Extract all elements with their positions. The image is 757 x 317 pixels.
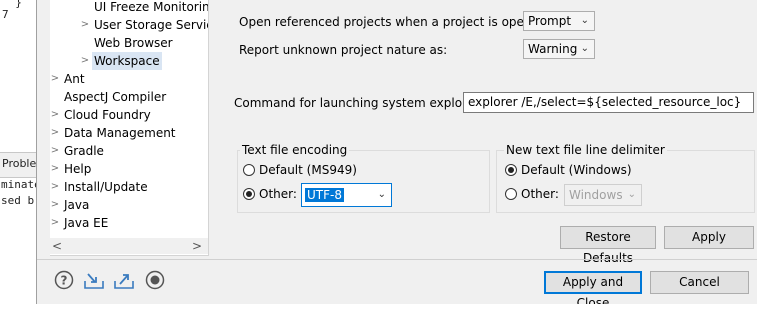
encoding-default-radio[interactable]	[243, 164, 255, 176]
preferences-tree[interactable]: UI Freeze Monitoring > User Storage Serv…	[50, 0, 209, 256]
delimiter-other-label: Other:	[521, 187, 559, 201]
unknown-nature-select[interactable]: Warning ⌄	[523, 39, 595, 59]
explorer-command-input[interactable]: explorer /E,/select=${selected_resource_…	[463, 92, 754, 113]
console-line: sed b	[1, 194, 35, 207]
chevron-down-icon: ⌄	[627, 189, 636, 200]
problems-tab[interactable]: Proble	[0, 152, 36, 178]
encoding-other-value: UTF-8	[305, 188, 344, 202]
svg-text:?: ?	[61, 274, 68, 288]
chevron-down-icon: ⌄	[580, 15, 589, 26]
export-icon[interactable]	[113, 270, 134, 290]
chevron-down-icon[interactable]: v	[208, 222, 209, 236]
open-projects-select[interactable]: Prompt ⌄	[523, 11, 595, 31]
tree-item-label: Java EE	[64, 216, 109, 230]
text-file-encoding-title: Text file encoding	[240, 143, 350, 157]
chevron-right-icon[interactable]: >	[190, 238, 204, 254]
chevron-right-icon[interactable]: >	[50, 178, 60, 196]
problems-tab-label: Proble	[2, 157, 37, 170]
chevron-right-icon[interactable]: >	[50, 196, 60, 214]
tree-horizontal-scrollbar[interactable]: < >	[50, 238, 208, 254]
delimiter-other-value: Windows	[569, 188, 623, 202]
console-line: minate	[1, 178, 41, 191]
background-editor-bottom	[0, 304, 757, 317]
tree-item-label: Web Browser	[94, 36, 173, 50]
footer-separator	[37, 259, 757, 260]
encoding-default-label: Default (MS949)	[259, 163, 357, 177]
chevron-right-icon[interactable]: >	[50, 160, 60, 178]
help-icon[interactable]: ?	[54, 270, 74, 290]
chevron-right-icon[interactable]: >	[50, 124, 60, 142]
code-line: 7	[2, 8, 9, 21]
unknown-nature-value: Warning	[528, 42, 578, 56]
delimiter-default-radio[interactable]	[505, 164, 517, 176]
chevron-down-icon: ⌄	[580, 43, 589, 54]
tree-item-label: Java	[64, 198, 90, 212]
tree-item-label: User Storage Service	[94, 18, 209, 32]
import-icon[interactable]	[83, 270, 104, 290]
explorer-command-label: Command for launching system explorer:	[234, 96, 483, 110]
tree-vertical-scrollbar[interactable]: v	[208, 0, 209, 240]
open-projects-label: Open referenced projects when a project …	[239, 15, 551, 29]
tree-item-label: Ant	[64, 72, 85, 86]
chevron-left-icon[interactable]: <	[50, 238, 64, 254]
restore-defaults-button[interactable]: Restore Defaults	[560, 226, 656, 265]
delimiter-default-label: Default (Windows)	[521, 163, 632, 177]
tree-item-label: UI Freeze Monitoring	[94, 0, 209, 14]
chevron-right-icon[interactable]: >	[80, 52, 90, 70]
line-delimiter-title: New text file line delimiter	[504, 143, 667, 157]
chevron-right-icon[interactable]: >	[50, 214, 60, 232]
tree-item-label: AspectJ Compiler	[64, 90, 167, 104]
tree-item-label: Help	[64, 162, 92, 176]
apply-and-close-button[interactable]: Apply and Close	[544, 271, 642, 310]
apply-button[interactable]: Apply	[664, 226, 754, 249]
record-icon[interactable]	[145, 270, 165, 290]
preferences-dialog: UI Freeze Monitoring > User Storage Serv…	[36, 0, 757, 310]
chevron-right-icon[interactable]: >	[50, 70, 60, 88]
chevron-right-icon[interactable]: >	[50, 142, 60, 160]
chevron-down-icon: ⌄	[377, 189, 386, 200]
tree-item-label: Gradle	[64, 144, 104, 158]
encoding-other-radio[interactable]	[243, 188, 255, 200]
encoding-other-select[interactable]: UTF-8 ⌄	[301, 183, 392, 207]
chevron-right-icon[interactable]: >	[50, 106, 60, 124]
encoding-other-label: Other:	[259, 187, 297, 201]
delimiter-other-radio[interactable]	[505, 188, 517, 200]
cancel-button[interactable]: Cancel	[650, 271, 749, 294]
unknown-nature-label: Report unknown project nature as:	[239, 43, 448, 57]
tree-item-label: Cloud Foundry	[64, 108, 151, 122]
delimiter-other-select[interactable]: Windows ⌄	[564, 184, 642, 206]
tree-item-label: Data Management	[64, 126, 176, 140]
tree-item-label: Workspace	[92, 52, 162, 70]
chevron-right-icon[interactable]: >	[80, 16, 90, 34]
open-projects-value: Prompt	[528, 14, 572, 28]
tree-item-label: Install/Update	[64, 180, 148, 194]
